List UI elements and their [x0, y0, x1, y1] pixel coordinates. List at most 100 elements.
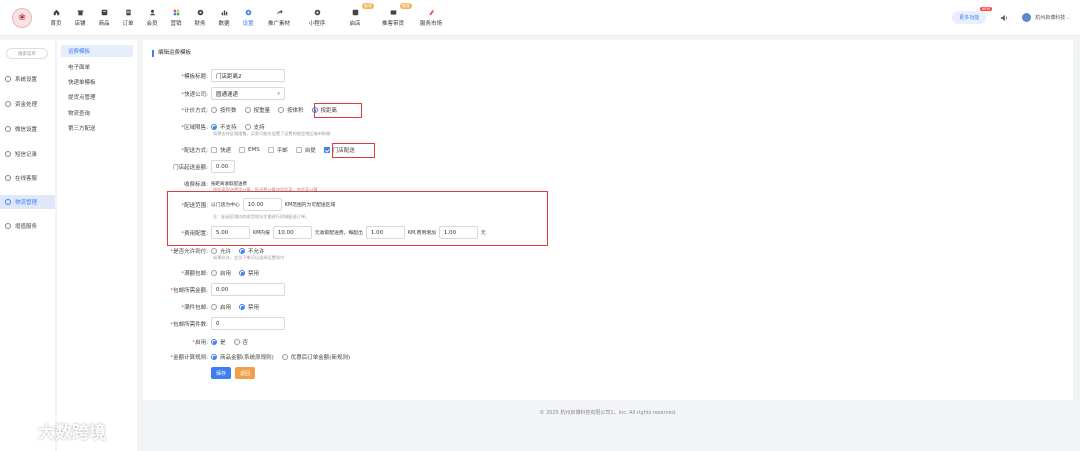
template-title-input[interactable]: 门店距离2 — [211, 69, 285, 82]
sidebar-item-logistics[interactable]: 物流管理 — [0, 195, 55, 209]
finance-icon — [197, 9, 204, 16]
nav-promo-material[interactable]: 推广素材 — [260, 3, 298, 33]
pricing-by-volume[interactable]: 按体积 — [278, 106, 304, 114]
nav-goods[interactable]: 商品 — [92, 3, 116, 33]
region-support[interactable]: 支持 — [244, 123, 265, 131]
submenu-express-template[interactable]: 快递单模板 — [61, 76, 133, 88]
free-pieces-input[interactable]: 0 — [211, 317, 285, 330]
speaker-icon[interactable] — [1000, 14, 1008, 22]
nav-finance[interactable]: 财务 — [188, 3, 212, 33]
row-template-title: *模板标题: 门店距离2 — [143, 69, 285, 82]
sidebar-item-wechat[interactable]: 微信设置 — [0, 122, 55, 136]
row-full-free: *满额包邮: 启用 禁用 — [181, 269, 260, 277]
free-amount-input[interactable]: 0.00 — [211, 283, 285, 296]
calc-rule-discounted-amount[interactable]: 优惠后订单金额(新规则) — [281, 353, 350, 361]
submenu-e-waybill[interactable]: 电子面单 — [61, 61, 133, 73]
delivery-post[interactable]: 平邮 — [267, 146, 288, 154]
nav-promoter[interactable]: 推荐 推客带货 — [374, 3, 412, 33]
calc-rule-goods-amount[interactable]: 商品金额(系统原规则) — [211, 353, 274, 361]
top-navbar: ❀ 首页 店铺 商品 订单 会员 营销 财务 数据 设置 推广素材 小程序 推荐… — [0, 0, 1080, 36]
region-not-support[interactable]: 不支持 — [211, 123, 237, 131]
sidebar-item-system-settings[interactable]: 系统设置 — [0, 72, 55, 86]
delivery-ems[interactable]: EMS — [239, 147, 260, 153]
save-button[interactable]: 保存 — [211, 367, 231, 379]
highlight-box-distance — [314, 103, 362, 118]
piece-free-enable[interactable]: 启用 — [211, 303, 231, 311]
submenu-pickup-points[interactable]: 提货点管理 — [61, 91, 133, 103]
nav-settings[interactable]: 设置 — [236, 3, 260, 33]
full-free-enable[interactable]: 启用 — [211, 269, 231, 277]
nav-marketing[interactable]: 营销 — [164, 3, 188, 33]
submenu-logistics-query[interactable]: 物流查询 — [61, 107, 133, 119]
nav-home[interactable]: 首页 — [44, 3, 68, 33]
row-enable: *启用: 是 否 — [192, 338, 249, 346]
watermark: 大数跨境 — [8, 418, 106, 443]
nav-data[interactable]: 数据 — [212, 3, 236, 33]
chart-icon — [221, 9, 228, 16]
promoter-icon — [390, 9, 397, 16]
nav-order[interactable]: 订单 — [116, 3, 140, 33]
recommend-badge: 推荐 — [362, 3, 374, 9]
shop-icon — [352, 9, 359, 16]
sidebar-item-funds[interactable]: 资金处理 — [0, 97, 55, 111]
express-company-select[interactable]: 圆通速递 ▾ — [211, 87, 285, 100]
new-badge: NEW — [979, 7, 993, 11]
arrive-pay-hint: 如果允许，会员下单可以选择运费到付 — [213, 255, 285, 260]
top-right-area: 更多功能 NEW 杭州启博科技... — [952, 7, 1070, 24]
pricing-by-weight[interactable]: 按重量 — [244, 106, 270, 114]
arrive-pay-deny[interactable]: 不允许 — [239, 247, 265, 255]
fund-icon — [5, 101, 11, 107]
back-button[interactable]: 返回 — [235, 367, 255, 379]
enable-yes[interactable]: 是 — [211, 338, 226, 346]
row-piece-free: *满件包邮: 启用 禁用 — [181, 303, 260, 311]
miniapp-icon — [314, 9, 321, 16]
sidebar-item-online-service[interactable]: 在线客服 — [0, 171, 55, 185]
full-free-disable[interactable]: 禁用 — [239, 269, 259, 277]
member-icon — [149, 9, 156, 16]
logistics-icon — [5, 199, 11, 205]
main-content: 编辑运费模板 *模板标题: 门店距离2 *快递公司: 圆通速递 ▾ *计价方式: … — [143, 40, 1073, 400]
highlight-box-distance-config — [167, 191, 548, 246]
nav-qidian[interactable]: 推荐 启店 — [336, 3, 374, 33]
watermark-logo-icon — [9, 422, 32, 438]
arrive-pay-allow[interactable]: 允许 — [211, 247, 231, 255]
avatar[interactable] — [1022, 13, 1032, 22]
section-title: 编辑运费模板 — [152, 50, 191, 57]
settings-icon — [5, 76, 11, 82]
recommend-badge: 推荐 — [400, 3, 412, 9]
row-free-pieces: *包邮所需件数: 0 — [143, 317, 285, 330]
user-name[interactable]: 杭州启博科技... — [1035, 14, 1070, 21]
store-min-amount-input[interactable]: 0.00 — [211, 160, 235, 173]
main-nav: 首页 店铺 商品 订单 会员 营销 财务 数据 设置 推广素材 小程序 推荐 启… — [44, 3, 450, 33]
nav-miniapp[interactable]: 小程序 — [298, 3, 336, 33]
gear-icon — [245, 9, 252, 16]
enable-no[interactable]: 否 — [233, 338, 248, 346]
store-icon — [77, 9, 84, 16]
submenu-third-party[interactable]: 第三方配送 — [61, 122, 133, 134]
nav-service-market[interactable]: 服务市场 — [412, 3, 450, 33]
sidebar-item-sms[interactable]: 短信记录 — [0, 147, 55, 161]
submenu-freight-template[interactable]: 运费模板 — [61, 45, 133, 57]
row-delivery-method: *配送方式: 快递 EMS 平邮 自提 门店配送 — [181, 146, 355, 154]
row-calc-rule: *金额计算规则: 商品金额(系统原规则) 优惠后订单金额(新规则) — [170, 353, 351, 361]
pricing-by-piece[interactable]: 按件数 — [211, 106, 237, 114]
brand-logo[interactable]: ❀ — [12, 8, 32, 28]
sms-icon — [5, 151, 11, 157]
row-store-min-amount: 门店起送金额: 0.00 — [143, 160, 235, 173]
nav-member[interactable]: 会员 — [140, 3, 164, 33]
row-free-amount: *包邮所需金额: 0.00 — [143, 283, 285, 296]
service-chat-icon — [5, 175, 11, 181]
row-region-limit: *区域限售: 不支持 支持 — [181, 123, 265, 131]
piece-free-disable[interactable]: 禁用 — [239, 303, 259, 311]
marketing-icon — [173, 9, 180, 16]
delivery-express[interactable]: 快递 — [211, 146, 231, 154]
chevron-down-icon: ▾ — [277, 90, 280, 97]
sidebar-item-value-added[interactable]: 增值服务 — [0, 219, 55, 233]
home-icon — [53, 9, 60, 16]
menu-search-input[interactable]: 搜索菜单 — [6, 48, 48, 59]
left-sidebar: 搜索菜单 系统设置 资金处理 微信设置 短信记录 在线客服 物流管理 增值服务 — [0, 40, 55, 451]
footer-copyright: © 2025 杭州启博科技有限公司1，Inc. All rights reser… — [539, 410, 677, 416]
more-features-button[interactable]: 更多功能 NEW — [952, 7, 993, 24]
nav-store[interactable]: 店铺 — [68, 3, 92, 33]
delivery-pickup[interactable]: 自提 — [295, 146, 316, 154]
